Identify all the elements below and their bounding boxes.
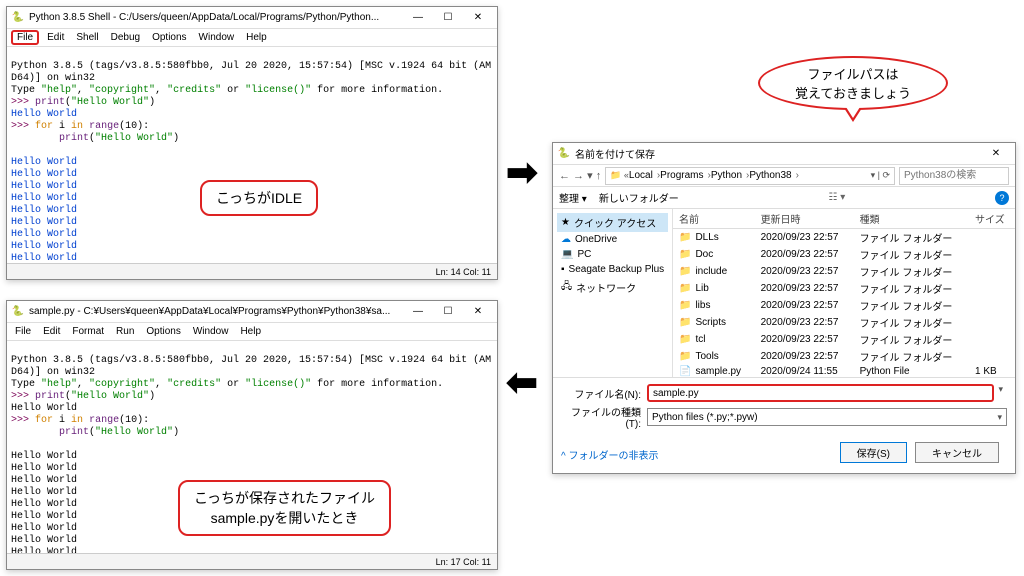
organize-button[interactable]: 整理 ▾	[559, 190, 587, 205]
table-row[interactable]: 📁Doc2020/09/23 22:57ファイル フォルダー	[673, 246, 1015, 263]
folder-icon: 📁	[679, 300, 691, 311]
menu-window[interactable]: Window	[195, 32, 239, 43]
idle-code-area[interactable]: Python 3.8.5 (tags/v3.8.5:580fbb0, Jul 2…	[7, 47, 497, 263]
maximize-icon[interactable]: ☐	[433, 8, 463, 28]
save-titlebar[interactable]: 🐍 名前を付けて保存 ✕	[553, 143, 1015, 165]
editor-status: Ln: 17 Col: 11	[436, 557, 491, 567]
menu-window[interactable]: Window	[189, 326, 233, 337]
menu-file[interactable]: File	[11, 30, 39, 45]
nav-back-icon[interactable]: ← → ▾ ↑	[559, 169, 601, 182]
folder-icon: 📁 «	[610, 170, 629, 181]
close-icon[interactable]: ✕	[463, 8, 493, 28]
minimize-icon[interactable]: —	[403, 302, 433, 322]
close-icon[interactable]: ✕	[463, 302, 493, 322]
menu-help[interactable]: Help	[236, 326, 265, 337]
save-file-list[interactable]: 名前 更新日時 種類 サイズ 📁DLLs2020/09/23 22:57ファイル…	[673, 209, 1015, 377]
col-name[interactable]: 名前	[673, 209, 755, 229]
idle-shell-window: 🐍 Python 3.8.5 Shell - C:/Users/queen/Ap…	[6, 6, 498, 280]
table-row[interactable]: 📁DLLs2020/09/23 22:57ファイル フォルダー	[673, 229, 1015, 247]
callout-path-line1: ファイルパスは	[807, 67, 898, 82]
pyfile-icon: 📄	[679, 366, 691, 377]
arrow-right-icon: ➡	[506, 150, 538, 195]
python-icon: 🐍	[557, 147, 571, 161]
editor-statusbar: Ln: 17 Col: 11	[7, 553, 497, 569]
folder-icon: 📁	[679, 334, 691, 345]
crumb-python[interactable]: Python	[711, 170, 749, 181]
editor-titlebar[interactable]: 🐍 sample.py - C:¥Users¥queen¥AppData¥Loc…	[7, 301, 497, 323]
view-icon[interactable]: ☷ ▾	[829, 192, 846, 203]
menu-file[interactable]: File	[11, 326, 35, 337]
python-icon: 🐍	[11, 11, 25, 25]
filetype-label: ファイルの種類(T):	[561, 404, 641, 430]
editor-menubar: File Edit Format Run Options Window Help	[7, 323, 497, 341]
save-breadcrumb-bar: ← → ▾ ↑ 📁 « Local Programs Python Python…	[553, 165, 1015, 187]
close-icon[interactable]: ✕	[981, 144, 1011, 164]
nav-pc[interactable]: 💻PC	[557, 247, 668, 262]
help-icon[interactable]: ?	[995, 191, 1009, 205]
minimize-icon[interactable]: —	[403, 8, 433, 28]
crumb-local[interactable]: Local	[629, 170, 660, 181]
col-type[interactable]: 種類	[854, 209, 969, 229]
menu-debug[interactable]: Debug	[107, 32, 144, 43]
menu-format[interactable]: Format	[68, 326, 108, 337]
nav-quick-access[interactable]: ★クイック アクセス	[557, 213, 668, 232]
idle-menubar: File Edit Shell Debug Options Window Hel…	[7, 29, 497, 47]
table-row[interactable]: 📁Tools2020/09/23 22:57ファイル フォルダー	[673, 348, 1015, 365]
save-toolbar: 整理 ▾ 新しいフォルダー ☷ ▾ ?	[553, 187, 1015, 209]
crumb-programs[interactable]: Programs	[660, 170, 711, 181]
save-title: 名前を付けて保存	[575, 146, 981, 161]
menu-edit[interactable]: Edit	[43, 32, 68, 43]
table-row[interactable]: 📁tcl2020/09/23 22:57ファイル フォルダー	[673, 331, 1015, 348]
folder-icon: 📁	[679, 351, 691, 362]
menu-run[interactable]: Run	[112, 326, 138, 337]
folder-icon: 📁	[679, 266, 691, 277]
nav-onedrive[interactable]: ☁OneDrive	[557, 232, 668, 247]
menu-edit[interactable]: Edit	[39, 326, 64, 337]
folder-icon: 📁	[679, 283, 691, 294]
filename-label: ファイル名(N):	[561, 386, 641, 401]
folder-icon: 📁	[679, 232, 691, 243]
editor-title: sample.py - C:¥Users¥queen¥AppData¥Local…	[29, 306, 403, 317]
filetype-select[interactable]: Python files (*.py;*.pyw)▾	[647, 408, 1007, 426]
callout-editor: こっちが保存されたファイル sample.pyを開いたとき	[178, 480, 391, 536]
table-row[interactable]: 📁Scripts2020/09/23 22:57ファイル フォルダー	[673, 314, 1015, 331]
folder-icon: 📁	[679, 249, 691, 260]
table-row[interactable]: 📁libs2020/09/23 22:57ファイル フォルダー	[673, 297, 1015, 314]
col-size[interactable]: サイズ	[969, 209, 1015, 229]
callout-path-line2: 覚えておきましょう	[795, 86, 911, 101]
menu-shell[interactable]: Shell	[72, 32, 102, 43]
idle-titlebar[interactable]: 🐍 Python 3.8.5 Shell - C:/Users/queen/Ap…	[7, 7, 497, 29]
idle-title: Python 3.8.5 Shell - C:/Users/queen/AppD…	[29, 12, 403, 23]
col-date[interactable]: 更新日時	[755, 209, 854, 229]
filename-input[interactable]	[647, 384, 994, 402]
menu-options[interactable]: Options	[142, 326, 184, 337]
table-row[interactable]: 📁include2020/09/23 22:57ファイル フォルダー	[673, 263, 1015, 280]
crumb-python38[interactable]: Python38	[749, 170, 799, 181]
menu-options[interactable]: Options	[148, 32, 190, 43]
python-icon: 🐍	[11, 305, 25, 319]
save-button[interactable]: 保存(S)	[840, 442, 907, 463]
folder-icon: 📁	[679, 317, 691, 328]
save-dialog-window: 🐍 名前を付けて保存 ✕ ← → ▾ ↑ 📁 « Local Programs …	[552, 142, 1016, 474]
menu-help[interactable]: Help	[242, 32, 271, 43]
search-input[interactable]	[899, 167, 1009, 185]
nav-network[interactable]: 🖧ネットワーク	[557, 277, 668, 298]
callout-path-speech: ファイルパスは 覚えておきましょう	[758, 56, 948, 110]
table-row[interactable]: 📄sample.py2020/09/24 11:55Python File1 K…	[673, 365, 1015, 378]
newfolder-button[interactable]: 新しいフォルダー	[599, 190, 679, 205]
maximize-icon[interactable]: ☐	[433, 302, 463, 322]
hide-folders-link[interactable]: ^ フォルダーの非表示	[561, 447, 658, 462]
callout-idle: こっちがIDLE	[200, 180, 318, 216]
arrow-left-icon: ➡	[506, 360, 538, 405]
nav-seagate[interactable]: ▪Seagate Backup Plus	[557, 262, 668, 277]
table-row[interactable]: 📁Lib2020/09/23 22:57ファイル フォルダー	[673, 280, 1015, 297]
save-nav-pane: ★クイック アクセス ☁OneDrive 💻PC ▪Seagate Backup…	[553, 209, 673, 377]
idle-status: Ln: 14 Col: 11	[436, 267, 491, 277]
cancel-button[interactable]: キャンセル	[915, 442, 999, 463]
idle-statusbar: Ln: 14 Col: 11	[7, 263, 497, 279]
